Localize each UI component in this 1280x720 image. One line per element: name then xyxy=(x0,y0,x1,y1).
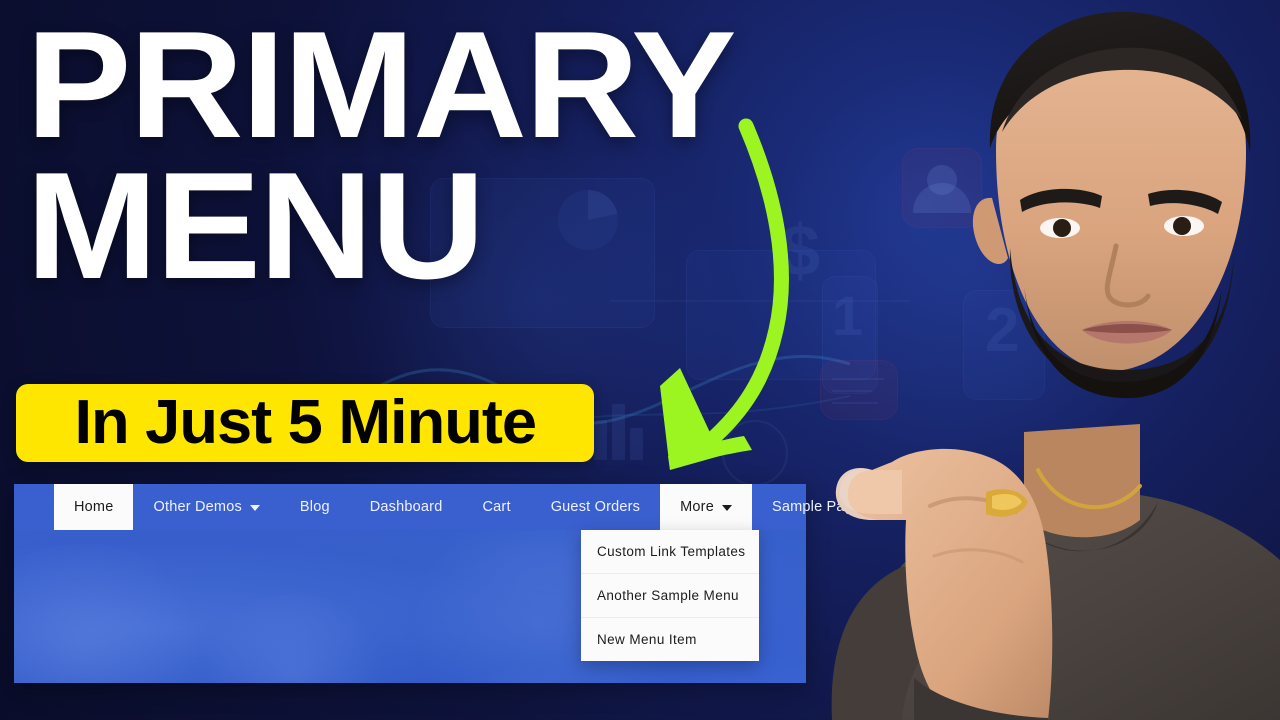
page-title: PRIMARY MENU xyxy=(26,9,737,301)
menu-item-guest-orders-label: Guest Orders xyxy=(550,499,641,515)
menu-item-home[interactable]: Home xyxy=(54,484,134,530)
menu-item-more[interactable]: More xyxy=(660,484,752,530)
more-dropdown-menu[interactable]: Custom Link Templates Another Sample Men… xyxy=(581,530,759,661)
menu-item-sample-page[interactable]: Sample Page xyxy=(752,484,881,530)
background-card-3 xyxy=(963,290,1045,400)
background-bar-3 xyxy=(630,428,643,460)
menu-item-blog-label: Blog xyxy=(299,499,330,515)
background-user-icon xyxy=(927,165,957,195)
background-bar-1 xyxy=(594,420,607,460)
menu-item-home-label: Home xyxy=(74,499,114,515)
background-message-card xyxy=(820,360,898,420)
menu-item-dashboard-label: Dashboard xyxy=(369,499,443,515)
duration-badge-label: In Just 5 Minute xyxy=(74,388,537,457)
dropdown-item-another-sample-menu[interactable]: Another Sample Menu xyxy=(581,574,759,618)
background-ring-icon xyxy=(722,420,788,486)
thumbnail-stage: 2 1 $ PRIMARY MENU In Just 5 Minute Home… xyxy=(0,0,1280,720)
background-message-line-1 xyxy=(832,378,884,380)
background-glyph-dollar: $ xyxy=(780,211,821,291)
background-user-body-icon xyxy=(913,183,971,213)
headline-line-1: PRIMARY xyxy=(26,0,737,170)
chevron-down-icon xyxy=(721,505,732,511)
menu-item-more-label: More xyxy=(680,499,714,515)
website-blob-3 xyxy=(194,594,394,683)
website-preview-panel: Home Other Demos Blog Dashboard Cart Gue… xyxy=(14,484,861,683)
menu-item-other-demos-label: Other Demos xyxy=(153,499,242,515)
menu-item-blog[interactable]: Blog xyxy=(280,484,350,530)
menu-item-cart[interactable]: Cart xyxy=(462,484,530,530)
background-glyph-1: 1 xyxy=(832,284,864,347)
background-card-4 xyxy=(822,276,878,394)
dropdown-item-custom-link-templates[interactable]: Custom Link Templates xyxy=(581,530,759,574)
menu-item-cart-label: Cart xyxy=(482,499,511,515)
menu-item-dashboard[interactable]: Dashboard xyxy=(350,484,463,530)
chevron-down-icon xyxy=(249,505,260,511)
background-bar-2 xyxy=(612,404,625,460)
menu-item-other-demos[interactable]: Other Demos xyxy=(133,484,279,530)
background-divider-line xyxy=(610,300,910,302)
background-message-line-3 xyxy=(832,402,878,404)
headline-line-2: MENU xyxy=(26,140,485,311)
background-glyph-2: 2 xyxy=(985,296,1020,365)
background-glow-2 xyxy=(760,60,1180,480)
menu-item-sample-page-label: Sample Page xyxy=(771,499,862,515)
primary-menu-bar[interactable]: Home Other Demos Blog Dashboard Cart Gue… xyxy=(14,484,861,530)
background-message-line-2 xyxy=(832,390,872,392)
presenter-photo xyxy=(831,11,1280,720)
background-user-card xyxy=(902,148,982,228)
duration-badge: In Just 5 Minute xyxy=(16,384,594,462)
menu-item-guest-orders[interactable]: Guest Orders xyxy=(531,484,660,530)
dropdown-item-new-menu-item[interactable]: New Menu Item xyxy=(581,618,759,661)
website-blob-1 xyxy=(14,544,214,683)
